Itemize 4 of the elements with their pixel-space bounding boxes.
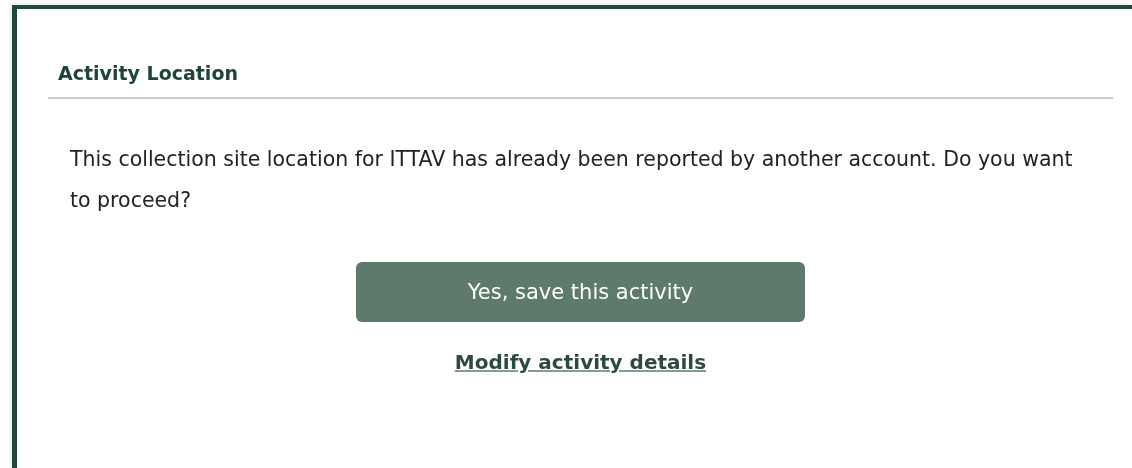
save-button[interactable]: Yes, save this activity [356, 262, 805, 322]
modify-link[interactable]: Modify activity details [454, 350, 707, 374]
dialog-message: This collection site location for ITTAV has already been reported by another account. Do you want to proceed? [70, 146, 1074, 214]
dialog-title: Activity Location [58, 61, 239, 86]
